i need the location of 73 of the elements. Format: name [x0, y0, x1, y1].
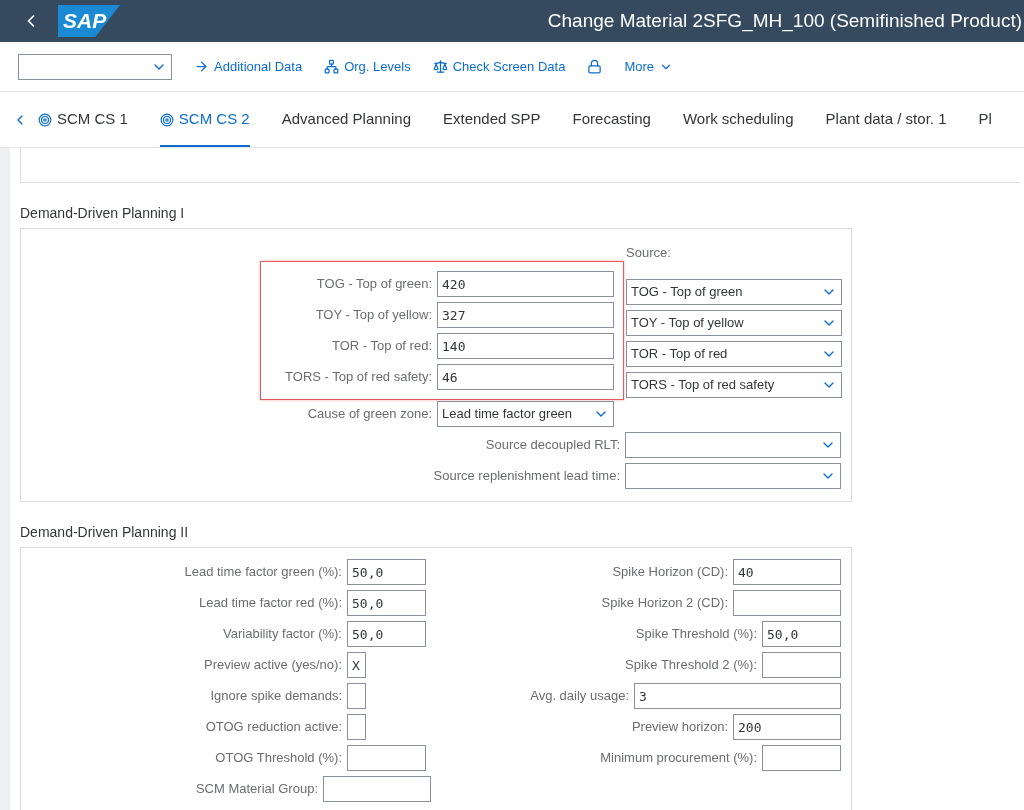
field-label: Spike Horizon (CD): — [612, 563, 728, 582]
field-label: Source decoupled RLT: — [485, 436, 620, 455]
field-label: TOG - Top of green: — [316, 275, 432, 294]
toolbar-button[interactable]: Additional Data — [194, 56, 303, 77]
field-label: Source: — [626, 244, 672, 261]
tab[interactable]: Pl — [978, 92, 992, 147]
field-label: TORS - Top of red safety: — [285, 368, 432, 387]
target-icon — [38, 112, 52, 127]
field-label: Ignore spike demands: — [210, 687, 342, 706]
input-field[interactable]: X — [347, 652, 366, 678]
dropdown[interactable]: TORS - Top of red safety — [626, 372, 842, 398]
input-field[interactable] — [347, 683, 366, 709]
dropdown[interactable]: TOY - Top of yellow — [626, 310, 842, 336]
toolbar-button[interactable]: Check Screen Data — [432, 56, 566, 77]
dropdown[interactable] — [625, 432, 841, 458]
field-label: Preview active (yes/no): — [204, 656, 342, 675]
section-title: Demand-Driven Planning I — [20, 204, 186, 223]
input-field[interactable] — [762, 745, 841, 771]
tab[interactable]: Extended SPP — [443, 92, 541, 147]
field-label: Avg. daily usage: — [530, 687, 629, 706]
lock-button[interactable] — [587, 59, 603, 74]
dropdown[interactable] — [18, 53, 172, 80]
input-field[interactable] — [347, 745, 426, 771]
scale-icon — [432, 59, 448, 74]
field-label: TOR - Top of red: — [332, 337, 432, 356]
field-label: OTOG reduction active: — [205, 718, 342, 737]
logo: SAP — [58, 5, 120, 37]
hierarchy-icon — [324, 59, 340, 74]
input-field[interactable]: 140 — [437, 333, 614, 359]
field-label: Variability factor (%): — [223, 625, 342, 644]
input-field[interactable] — [323, 776, 431, 802]
field-label: Source replenishment lead time: — [433, 467, 620, 486]
tab[interactable]: Forecasting — [572, 92, 651, 147]
field-label: Spike Threshold 2 (%): — [625, 656, 757, 675]
lock-icon — [587, 59, 603, 74]
section-title: Demand-Driven Planning II — [20, 523, 190, 542]
tab[interactable]: Plant data / stor. 1 — [825, 92, 947, 147]
dropdown[interactable] — [625, 463, 841, 489]
input-field[interactable]: 327 — [437, 302, 614, 328]
tab[interactable]: SCM CS 1 — [38, 92, 128, 147]
field-label: Cause of green zone: — [307, 405, 432, 424]
field-label: Lead time factor red (%): — [198, 594, 342, 613]
field-label: Spike Threshold (%): — [635, 625, 757, 644]
dropdown[interactable]: TOG - Top of green — [626, 279, 842, 305]
input-field[interactable] — [733, 590, 841, 616]
target-icon — [159, 112, 174, 127]
input-field[interactable]: 50,0 — [762, 621, 841, 647]
input-field[interactable]: 50,0 — [347, 621, 426, 647]
tab[interactable]: Advanced Planning — [281, 92, 411, 147]
input-field[interactable] — [347, 714, 366, 740]
dropdown[interactable]: TOR - Top of red — [626, 341, 842, 367]
input-field[interactable]: 50,0 — [347, 559, 426, 585]
input-field[interactable]: 40 — [733, 559, 841, 585]
tab[interactable]: Work scheduling — [682, 92, 794, 147]
tab[interactable]: SCM CS 2 — [159, 92, 250, 147]
window-title: Change Material 2SFG_MH_100 (Semifinished Product) — [547, 8, 1022, 34]
field-label: Minimum procurement (%): — [600, 749, 757, 768]
field-label: Lead time factor green (%): — [184, 563, 342, 582]
field-label: TOY - Top of yellow: — [315, 306, 432, 325]
input-field[interactable]: 200 — [733, 714, 841, 740]
arrow-right-icon — [194, 59, 209, 74]
input-field[interactable]: 420 — [437, 271, 614, 297]
more-button[interactable]: More — [624, 56, 673, 77]
input-field[interactable]: 46 — [437, 364, 614, 390]
dropdown[interactable]: Lead time factor green — [437, 401, 614, 427]
input-field[interactable]: 3 — [634, 683, 841, 709]
field-label: Preview horizon: — [631, 718, 728, 737]
toolbar-button[interactable]: Org. Levels — [324, 56, 411, 77]
field-label: Spike Horizon 2 (CD): — [601, 594, 728, 613]
input-field[interactable]: 50,0 — [347, 590, 426, 616]
field-label: OTOG Threshold (%): — [215, 749, 342, 768]
field-label: SCM Material Group: — [195, 780, 318, 799]
input-field[interactable] — [762, 652, 841, 678]
